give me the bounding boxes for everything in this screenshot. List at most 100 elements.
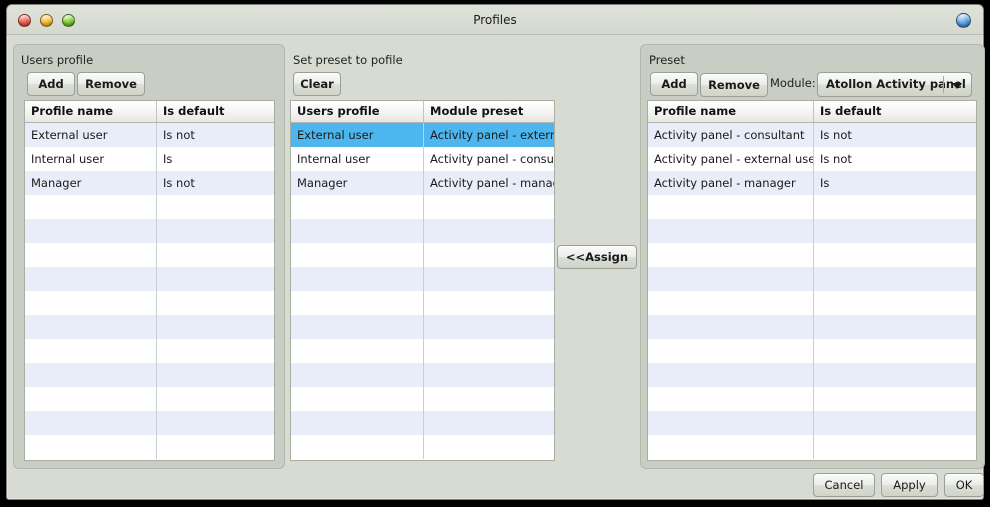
table-cell[interactable] [648,411,813,435]
table-cell[interactable]: Activity panel - manager [648,171,813,195]
users-add-button[interactable]: Add [27,72,75,96]
table-cell[interactable] [423,387,554,411]
table-row[interactable] [291,387,554,411]
table-cell[interactable] [156,315,274,339]
table-cell[interactable]: Activity panel - consultant [423,147,554,171]
table-row[interactable]: Activity panel - external user Is not [648,147,976,171]
table-row[interactable] [291,243,554,267]
table-row[interactable] [25,267,274,291]
table-cell[interactable] [25,435,156,459]
table-row[interactable] [648,315,976,339]
preset-remove-button[interactable]: Remove [700,73,768,97]
table-cell[interactable] [813,435,976,459]
table-cell[interactable] [423,267,554,291]
table-row[interactable] [648,363,976,387]
table-cell[interactable] [813,267,976,291]
table-cell[interactable] [648,243,813,267]
table-cell[interactable] [25,339,156,363]
table-cell[interactable]: Activity panel - consultant [648,123,813,147]
table-cell[interactable] [156,363,274,387]
set-preset-table[interactable]: Users profile Module preset External user A… [290,100,555,461]
table-cell[interactable]: Is not [813,123,976,147]
table-cell[interactable] [648,267,813,291]
table-row[interactable]: External userActivity panel - external u… [291,123,554,147]
table-row[interactable] [648,339,976,363]
table-cell[interactable] [156,387,274,411]
help-icon[interactable] [956,13,971,28]
table-row[interactable] [25,195,274,219]
table-cell[interactable] [423,291,554,315]
table-cell[interactable] [291,267,423,291]
table-row[interactable]: Internal user Is [25,147,274,171]
table-row[interactable] [25,363,274,387]
table-cell[interactable] [291,363,423,387]
table-cell[interactable] [291,411,423,435]
table-cell[interactable] [156,411,274,435]
table-cell[interactable] [423,315,554,339]
table-row[interactable] [648,387,976,411]
clear-button[interactable]: Clear [293,72,341,96]
table-cell[interactable] [648,219,813,243]
preset-add-button[interactable]: Add [650,72,698,96]
table-cell[interactable] [156,291,274,315]
table-cell[interactable]: Activity panel - manager [423,171,554,195]
table-cell[interactable] [291,387,423,411]
table-cell[interactable] [423,195,554,219]
table-cell[interactable] [813,411,976,435]
table-cell[interactable] [648,387,813,411]
table-cell[interactable] [25,243,156,267]
table-row[interactable]: Internal userActivity panel - consultant [291,147,554,171]
table-cell[interactable] [423,219,554,243]
table-cell[interactable]: Is [156,147,274,171]
table-cell[interactable] [25,219,156,243]
table-row[interactable] [25,339,274,363]
assign-button[interactable]: <<Assign [557,245,637,269]
table-cell[interactable] [156,243,274,267]
table-cell[interactable]: Internal user [25,147,156,171]
table-cell[interactable] [813,195,976,219]
table-row[interactable]: External user Is not [25,123,274,147]
table-cell[interactable] [291,435,423,459]
table-cell[interactable]: Is not [813,147,976,171]
table-cell[interactable]: Internal user [291,147,423,171]
table-cell[interactable] [813,243,976,267]
table-cell[interactable] [648,435,813,459]
table-row[interactable] [648,195,976,219]
table-cell[interactable] [648,195,813,219]
table-cell[interactable]: Manager [291,171,423,195]
table-cell[interactable] [648,291,813,315]
table-cell[interactable] [813,387,976,411]
users-remove-button[interactable]: Remove [77,72,145,96]
table-row[interactable]: ManagerActivity panel - manager [291,171,554,195]
table-row[interactable] [291,435,554,459]
table-cell[interactable] [423,363,554,387]
ok-button[interactable]: OK [944,473,984,497]
table-cell[interactable]: Manager [25,171,156,195]
table-row[interactable]: Activity panel - consultant Is not [648,123,976,147]
table-cell[interactable] [291,339,423,363]
table-cell[interactable] [291,291,423,315]
table-row[interactable] [648,291,976,315]
table-row[interactable]: Activity panel - manager Is [648,171,976,195]
users-profile-table[interactable]: Profile name Is default External user Is no… [24,100,275,461]
table-row[interactable] [291,363,554,387]
table-row[interactable]: Manager Is not [25,171,274,195]
table-cell[interactable] [291,315,423,339]
table-row[interactable] [291,219,554,243]
table-cell[interactable]: External user [25,123,156,147]
table-cell[interactable] [156,219,274,243]
table-cell[interactable] [813,363,976,387]
table-cell[interactable] [813,315,976,339]
table-cell[interactable] [423,435,554,459]
table-cell[interactable] [423,411,554,435]
table-cell[interactable] [25,411,156,435]
table-cell[interactable]: External user [291,123,423,147]
table-cell[interactable]: Is not [156,171,274,195]
table-cell[interactable] [156,195,274,219]
column-header[interactable]: Is default [156,101,274,122]
module-dropdown[interactable]: Atollon Activity panel [817,72,972,97]
table-cell[interactable] [25,363,156,387]
table-cell[interactable] [156,435,274,459]
table-cell[interactable] [25,291,156,315]
table-cell[interactable] [648,363,813,387]
